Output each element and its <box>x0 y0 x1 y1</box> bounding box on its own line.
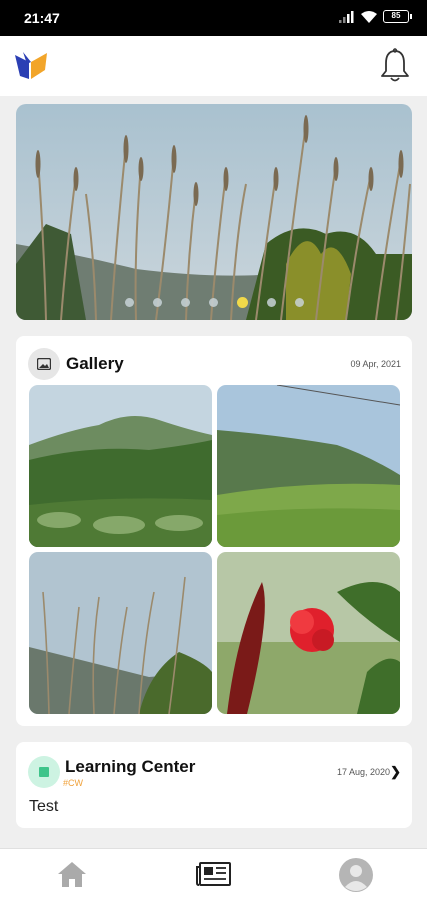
carousel-dot[interactable] <box>266 298 276 307</box>
app-logo[interactable] <box>14 50 48 80</box>
photo-image <box>29 385 212 547</box>
learning-title: Learning Center <box>65 757 196 776</box>
learning-icon-circle <box>28 756 60 788</box>
photo-image <box>29 552 212 714</box>
gallery-card[interactable]: Gallery 09 Apr, 2021 <box>16 336 412 726</box>
carousel-dot[interactable] <box>152 298 162 307</box>
book-icon <box>39 767 49 777</box>
bell-icon[interactable] <box>379 48 411 84</box>
battery-level: 85 <box>391 11 401 20</box>
photo-image <box>217 552 400 714</box>
carousel-dot[interactable] <box>208 298 218 307</box>
gallery-photo[interactable] <box>29 552 212 714</box>
battery-icon: 85 <box>383 10 412 23</box>
status-bar: 21:47 85 <box>0 0 427 36</box>
photo-image <box>217 385 400 547</box>
wifi-icon <box>361 10 377 23</box>
carousel-dot[interactable] <box>294 298 304 307</box>
gallery-date: 09 Apr, 2021 <box>350 359 401 369</box>
app-header <box>0 36 427 96</box>
image-icon <box>37 358 51 370</box>
learning-center-card[interactable]: Learning Center #CW 17 Aug, 2020 ❯ Test <box>16 742 412 828</box>
home-icon[interactable] <box>54 857 90 893</box>
learning-body: Test <box>29 798 59 815</box>
carousel-dot-active[interactable] <box>236 297 248 308</box>
learning-date: 17 Aug, 2020 <box>336 767 390 777</box>
news-icon[interactable] <box>195 857 233 893</box>
gallery-photo[interactable] <box>29 385 212 547</box>
learning-tag: #CW <box>63 778 83 788</box>
profile-icon[interactable] <box>338 857 374 893</box>
status-time: 21:47 <box>24 10 60 26</box>
gallery-photo[interactable] <box>217 385 400 547</box>
carousel-dot[interactable] <box>180 298 190 307</box>
signal-icon <box>339 10 354 23</box>
carousel-dots <box>16 297 412 308</box>
bottom-nav <box>0 848 427 900</box>
gallery-icon-circle <box>28 348 60 380</box>
banner-carousel[interactable] <box>16 104 412 320</box>
status-icons: 85 <box>339 10 412 23</box>
carousel-image <box>16 104 412 320</box>
chevron-right-icon[interactable]: ❯ <box>390 764 401 780</box>
gallery-title: Gallery <box>66 354 124 373</box>
carousel-dot[interactable] <box>124 298 134 307</box>
gallery-photo[interactable] <box>217 552 400 714</box>
